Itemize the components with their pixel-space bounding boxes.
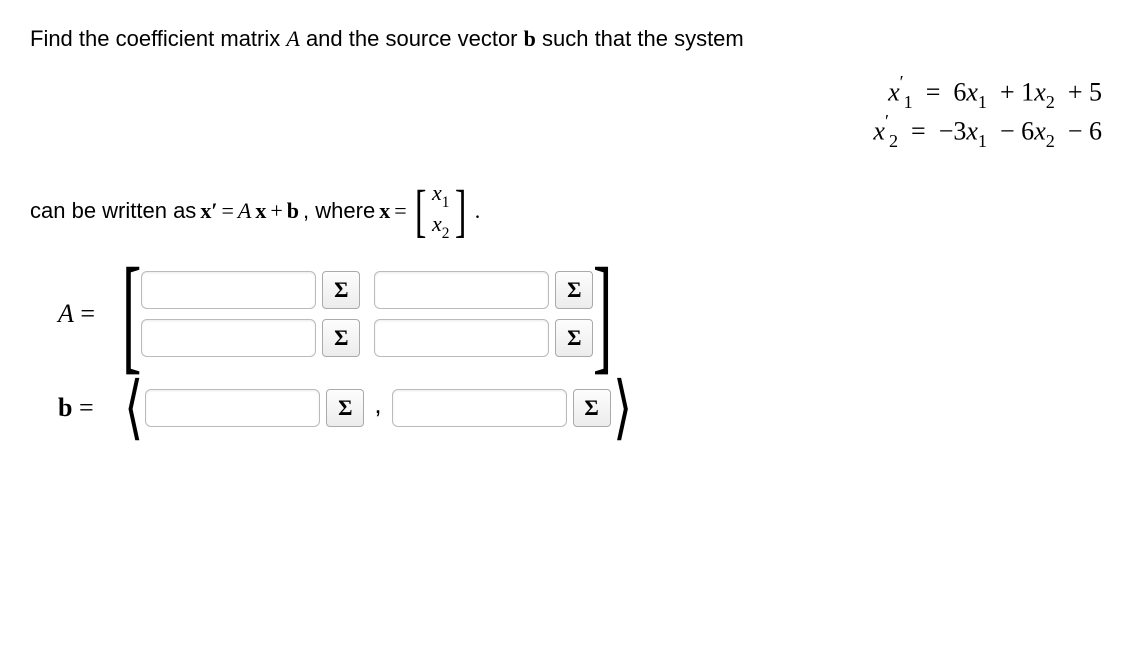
label-b-equals: b = [58,393,122,423]
sigma-button-A-r2c1[interactable]: Σ [322,319,360,357]
matrix-right-bracket-icon: ] [593,269,612,360]
matrix-A-input-r1c2[interactable] [374,271,549,309]
equals-2: = [394,198,406,224]
left-bracket-icon: [ [414,196,426,225]
angle-left-icon: ⟨ [124,384,143,433]
x-column-vector: [ x1 x2 ] [411,180,471,240]
vector-b-row: b = ⟨ Σ , Σ ⟩ [58,384,1112,433]
symbol-b2: b [287,198,299,224]
matrix-A-row: A = [ Σ Σ Σ Σ ] [58,269,1112,360]
symbol-x-bold-2: x [379,198,390,224]
vector-b-input-2[interactable] [392,389,567,427]
sigma-button-b-1[interactable]: Σ [326,389,364,427]
period: . [475,198,481,224]
vector-b-input-1[interactable] [145,389,320,427]
sigma-button-b-2[interactable]: Σ [573,389,611,427]
text-where: , where [303,198,375,224]
symbol-x-prime: x′ [200,198,217,224]
equation-row-1: x′1 = 6x1 + 1x2 + 5 [30,75,1102,112]
matrix-A-grid: Σ Σ Σ Σ [141,271,593,357]
prompt-text-3: such that the system [536,26,744,51]
symbol-x-bold: x [255,198,266,224]
matrix-A-input-r2c2[interactable] [374,319,549,357]
prompt-text-2: and the source vector [300,26,524,51]
angle-right-icon: ⟩ [613,384,632,433]
symbol-A: A [286,26,299,51]
equation-system: x′1 = 6x1 + 1x2 + 5 x′2 = −3x1 − 6x2 − 6 [30,55,1112,167]
matrix-A-input-r2c1[interactable] [141,319,316,357]
equals-1: = [222,198,234,224]
label-A-equals: A = [58,299,122,329]
answer-area: A = [ Σ Σ Σ Σ ] b = ⟨ [30,269,1112,433]
right-bracket-icon: ] [455,196,467,225]
rewrite-line: can be written as x′ = Ax + b, where x =… [30,180,1112,240]
vector-comma: , [372,389,383,428]
symbol-A2: A [238,198,251,224]
sigma-button-A-r1c1[interactable]: Σ [322,271,360,309]
matrix-left-bracket-icon: [ [122,269,141,360]
problem-prompt: Find the coefficient matrix A and the so… [30,24,1112,55]
prompt-text-1: Find the coefficient matrix [30,26,286,51]
equation-row-2: x′2 = −3x1 − 6x2 − 6 [30,114,1102,151]
plus: + [270,198,282,224]
text-can-be-written: can be written as [30,198,196,224]
matrix-A-input-r1c1[interactable] [141,271,316,309]
symbol-b: b [524,26,536,51]
sigma-button-A-r1c2[interactable]: Σ [555,271,593,309]
sigma-button-A-r2c2[interactable]: Σ [555,319,593,357]
vector-b-cells: Σ , Σ [145,389,610,428]
